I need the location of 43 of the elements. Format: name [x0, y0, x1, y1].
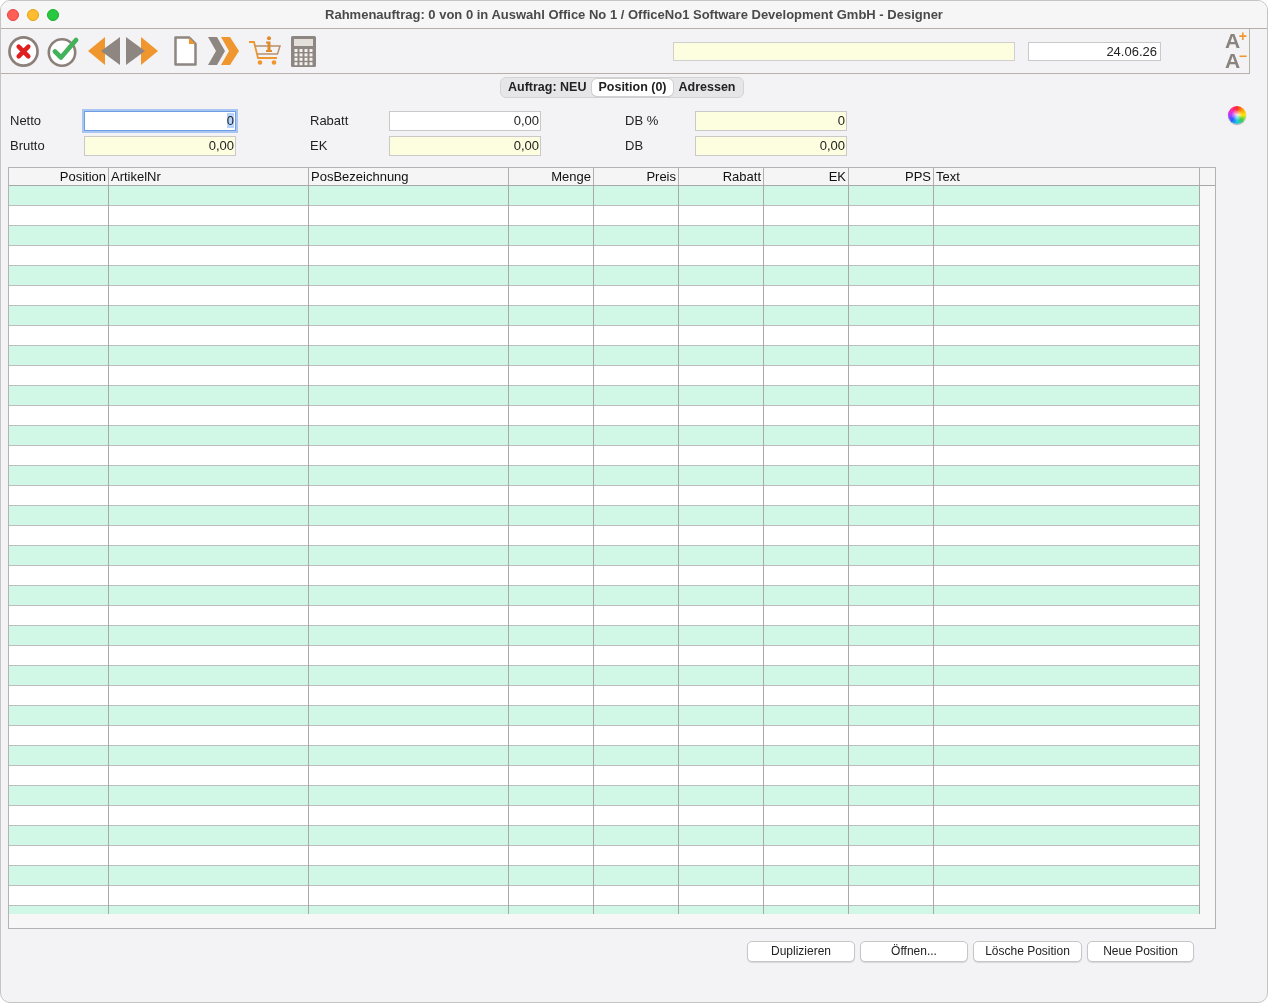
open-button[interactable]: Öffnen...: [860, 941, 968, 962]
close-icon[interactable]: [7, 8, 19, 21]
number-field[interactable]: 0,00: [84, 136, 236, 156]
number-field[interactable]: 0,00: [389, 111, 541, 131]
minimize-icon[interactable]: [27, 8, 39, 21]
duplicate-button[interactable]: Duplizieren: [747, 941, 855, 962]
document-icon[interactable]: [174, 36, 197, 66]
column-header[interactable]: Menge: [509, 168, 594, 185]
left-arrows-icon[interactable]: [88, 36, 120, 66]
new-position-button[interactable]: Neue Position: [1087, 941, 1194, 962]
tab[interactable]: Position (0): [592, 79, 673, 96]
date-field[interactable]: 24.06.26: [1028, 41, 1161, 61]
delete-position-button[interactable]: Lösche Position: [973, 941, 1082, 962]
cart-icon[interactable]: [248, 36, 281, 66]
zoom-icon[interactable]: [47, 8, 59, 21]
field-label: DB %: [625, 112, 660, 131]
column-header[interactable]: PosBezeichnung: [309, 168, 509, 185]
column-header[interactable]: Rabatt: [679, 168, 764, 185]
field-label: Brutto: [10, 137, 46, 156]
x-circle-icon[interactable]: [8, 35, 39, 67]
color-wheel-icon[interactable]: [1228, 106, 1246, 124]
column-header[interactable]: Preis: [594, 168, 679, 185]
field-label: DB: [625, 137, 645, 156]
column-header[interactable]: ArtikelNr: [109, 168, 309, 185]
right-arrows-icon[interactable]: [126, 36, 158, 66]
window-title: Rahmenauftrag: 0 von 0 in Auswahl Office No 1 / OfficeNo1 Software Development GmbH - Designer: [324, 5, 944, 24]
column-header[interactable]: EK: [764, 168, 849, 185]
column-header[interactable]: PPS: [849, 168, 934, 185]
number-field[interactable]: 0,00: [389, 136, 541, 156]
tab[interactable]: Auftrag: NEU: [502, 79, 593, 96]
calculator-icon[interactable]: [291, 35, 316, 67]
number-field[interactable]: 0: [84, 111, 236, 131]
column-header[interactable]: Position: [9, 168, 109, 185]
check-circle-icon[interactable]: [47, 35, 79, 67]
field-label: Netto: [10, 112, 43, 131]
double-chevron-icon[interactable]: [208, 37, 239, 65]
column-header[interactable]: Text: [934, 168, 1200, 185]
field-label: EK: [310, 137, 329, 156]
number-field[interactable]: 0,00: [695, 136, 847, 156]
text-field[interactable]: [673, 41, 1015, 61]
tab[interactable]: Adressen: [672, 79, 742, 96]
field-label: Rabatt: [310, 112, 350, 131]
number-field[interactable]: 0: [695, 111, 847, 131]
